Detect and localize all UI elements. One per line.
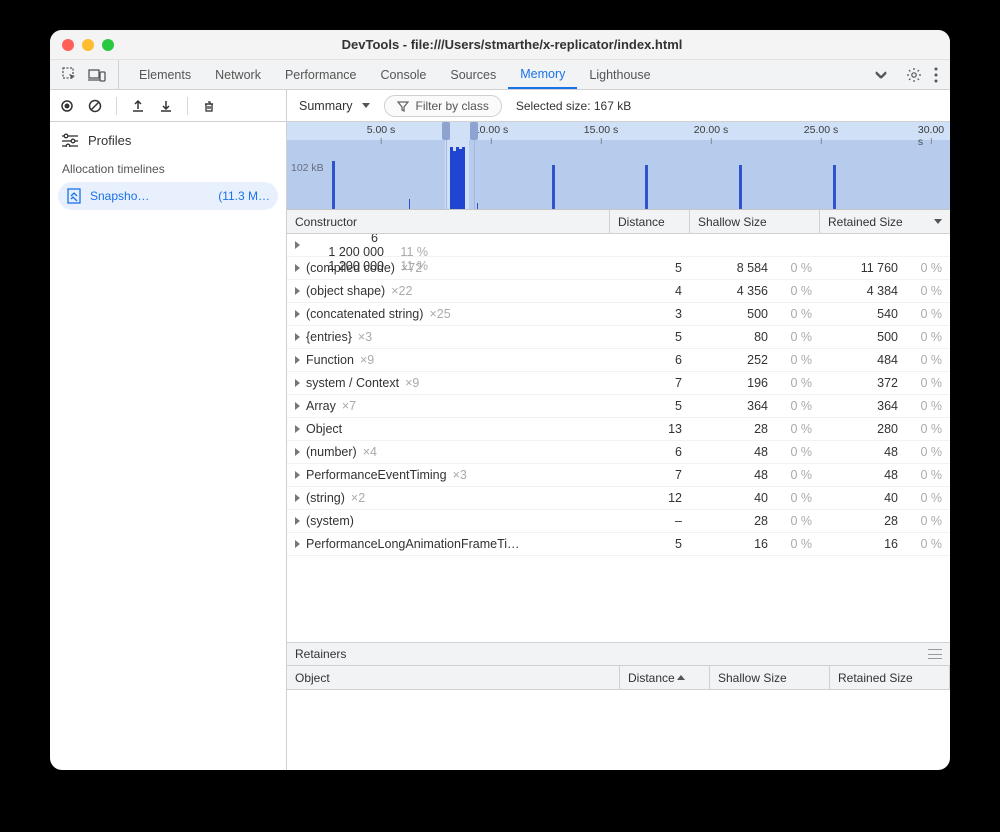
expand-caret[interactable] xyxy=(295,517,300,525)
snapshot-meta: (11.3 M… xyxy=(218,189,270,203)
timeline-handle-left[interactable] xyxy=(441,122,451,209)
titlebar: DevTools - file:///Users/stmarthe/x-repl… xyxy=(50,30,950,60)
table-row[interactable]: (object shape)×2244 3560 %4 3840 % xyxy=(287,280,950,303)
table-row[interactable]: (compiled code)×7258 5840 %11 7600 % xyxy=(287,257,950,280)
sidebar: Profiles Allocation timelines Snapsho… (… xyxy=(50,122,287,770)
expand-caret[interactable] xyxy=(295,333,300,341)
tab-elements[interactable]: Elements xyxy=(127,60,203,89)
table-row[interactable]: (number)×46480 %480 % xyxy=(287,441,950,464)
tab-lighthouse[interactable]: Lighthouse xyxy=(577,60,662,89)
window-title: DevTools - file:///Users/stmarthe/x-repl… xyxy=(126,37,938,52)
retainers-header[interactable]: Retainers xyxy=(287,642,950,666)
th-retained[interactable]: Retained Size xyxy=(820,210,950,233)
memory-toolbar: Summary Filter by class Selected size: 1… xyxy=(50,90,950,122)
gc-icon[interactable] xyxy=(202,99,216,113)
table-row[interactable]: Array×753640 %3640 % xyxy=(287,395,950,418)
gear-icon[interactable] xyxy=(906,67,922,83)
table-row[interactable]: PerformanceEventTiming×37480 %480 % xyxy=(287,464,950,487)
minimize-dot[interactable] xyxy=(82,39,94,51)
table-row[interactable]: (string)×212400 %400 % xyxy=(287,487,950,510)
timeline-tick: 25.00 s xyxy=(804,124,838,136)
tab-network[interactable]: Network xyxy=(203,60,273,89)
expand-caret[interactable] xyxy=(295,402,300,410)
clear-icon[interactable] xyxy=(88,99,102,113)
profiles-section[interactable]: Profiles xyxy=(50,122,286,158)
expand-caret[interactable] xyxy=(295,494,300,502)
table-row[interactable]: ×1000061 200 00011 %1 200 00011 % xyxy=(287,234,950,257)
th-distance[interactable]: Distance xyxy=(610,210,690,233)
expand-caret[interactable] xyxy=(295,356,300,364)
filter-label: Filter by class xyxy=(415,99,488,113)
rth-retained[interactable]: Retained Size xyxy=(830,666,950,689)
retainers-title: Retainers xyxy=(295,647,346,661)
close-dot[interactable] xyxy=(62,39,74,51)
filter-button[interactable]: Filter by class xyxy=(384,95,501,117)
view-dropdown-label: Summary xyxy=(299,99,352,113)
tab-memory[interactable]: Memory xyxy=(508,60,577,89)
table-row[interactable]: {entries}×35800 %5000 % xyxy=(287,326,950,349)
record-icon[interactable] xyxy=(60,99,74,113)
table-row[interactable]: system / Context×971960 %3720 % xyxy=(287,372,950,395)
th-shallow[interactable]: Shallow Size xyxy=(690,210,820,233)
device-icon[interactable] xyxy=(88,68,106,82)
filter-icon xyxy=(397,100,409,112)
table-row[interactable]: Function×962520 %4840 % xyxy=(287,349,950,372)
expand-caret[interactable] xyxy=(295,264,300,272)
snapshot-icon xyxy=(66,188,82,204)
more-tabs-icon[interactable] xyxy=(868,68,894,82)
selected-size: Selected size: 167 kB xyxy=(516,99,631,113)
tab-performance[interactable]: Performance xyxy=(273,60,369,89)
expand-caret[interactable] xyxy=(295,425,300,433)
upload-icon[interactable] xyxy=(131,99,145,113)
timeline-tick: 20.00 s xyxy=(694,124,728,136)
expand-caret[interactable] xyxy=(295,448,300,456)
inspect-tools xyxy=(50,60,119,89)
tab-sources[interactable]: Sources xyxy=(438,60,508,89)
th-constructor[interactable]: Constructor xyxy=(287,210,610,233)
table-row[interactable]: Object13280 %2800 % xyxy=(287,418,950,441)
sliders-icon xyxy=(62,133,78,147)
sort-desc-icon xyxy=(934,219,942,224)
zoom-dot[interactable] xyxy=(102,39,114,51)
timeline-tick: 5.00 s xyxy=(367,124,396,136)
kebab-icon[interactable] xyxy=(934,67,938,83)
view-dropdown[interactable]: Summary xyxy=(299,99,370,113)
hamburger-icon[interactable] xyxy=(928,649,942,659)
snapshot-item[interactable]: Snapsho… (11.3 M… xyxy=(58,182,278,210)
rth-distance[interactable]: Distance xyxy=(620,666,710,689)
profiles-label: Profiles xyxy=(88,133,131,148)
inspect-icon[interactable] xyxy=(62,67,78,83)
allocation-timeline[interactable]: 5.00 s10.00 s15.00 s20.00 s25.00 s30.00 … xyxy=(287,122,950,210)
retainers-body xyxy=(287,690,950,770)
expand-caret[interactable] xyxy=(295,540,300,548)
constructors-table: Constructor Distance Shallow Size Retain… xyxy=(287,210,950,642)
devtools-window: DevTools - file:///Users/stmarthe/x-repl… xyxy=(50,30,950,770)
expand-caret[interactable] xyxy=(295,310,300,318)
sort-asc-icon xyxy=(677,675,685,680)
timeline-handle-right[interactable] xyxy=(469,122,479,209)
rth-shallow[interactable]: Shallow Size xyxy=(710,666,830,689)
timeline-tick: 15.00 s xyxy=(584,124,618,136)
tab-console[interactable]: Console xyxy=(369,60,439,89)
table-row[interactable]: PerformanceLongAnimationFrameTi…5160 %16… xyxy=(287,533,950,556)
allocation-heading: Allocation timelines xyxy=(50,158,286,182)
table-row[interactable]: (concatenated string)×2535000 %5400 % xyxy=(287,303,950,326)
rth-object[interactable]: Object xyxy=(287,666,620,689)
expand-caret[interactable] xyxy=(295,471,300,479)
expand-caret[interactable] xyxy=(295,287,300,295)
traffic-lights xyxy=(62,39,114,51)
expand-caret[interactable] xyxy=(295,379,300,387)
table-row[interactable]: (system)–280 %280 % xyxy=(287,510,950,533)
download-icon[interactable] xyxy=(159,99,173,113)
expand-caret[interactable] xyxy=(295,241,300,249)
tab-strip: ElementsNetworkPerformanceConsoleSources… xyxy=(50,60,950,90)
chevron-down-icon xyxy=(362,103,370,108)
snapshot-name: Snapsho… xyxy=(90,189,210,203)
